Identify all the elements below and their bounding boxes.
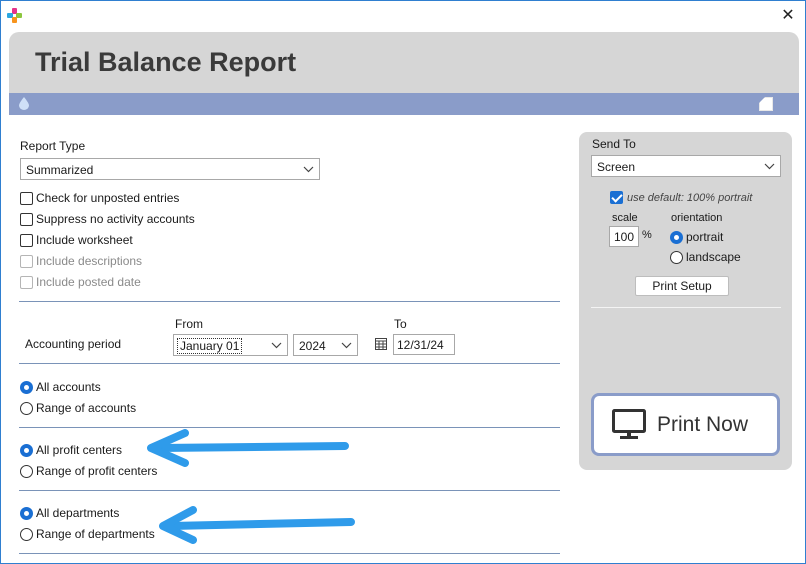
annotation-arrow (147, 429, 349, 467)
radio-all-profit-centers[interactable]: All profit centers (20, 442, 122, 458)
radio-label: Range of accounts (36, 401, 137, 415)
radio-label: All profit centers (36, 443, 123, 457)
option-label: Include posted date (36, 275, 141, 289)
send-to-select[interactable]: Screen (591, 155, 781, 177)
radio-button[interactable] (20, 464, 33, 478)
page-icon[interactable] (759, 97, 773, 111)
orientation-label: orientation (671, 212, 723, 224)
page-title: Trial Balance Report (35, 47, 297, 77)
from-month-value: January 01 (177, 338, 243, 354)
title-bar: ✕ (1, 1, 805, 31)
checkbox[interactable] (610, 191, 623, 204)
option-label: Include descriptions (36, 254, 143, 268)
radio-range-of-accounts[interactable]: Range of accounts (20, 400, 136, 416)
checkbox[interactable] (20, 233, 33, 247)
report-type-label: Report Type (20, 139, 86, 153)
from-month-select[interactable]: January 01 (173, 334, 288, 356)
divider (19, 301, 560, 302)
divider (19, 553, 560, 554)
chevron-down-icon (764, 163, 775, 170)
radio-button[interactable] (20, 527, 33, 541)
divider (19, 427, 560, 428)
calendar-icon[interactable] (375, 338, 387, 350)
radio-all-departments[interactable]: All departments (20, 505, 119, 521)
option-label: Check for unposted entries (36, 191, 180, 205)
checkbox (20, 254, 33, 268)
option-include-posted-date: Include posted date (20, 274, 141, 290)
chevron-down-icon (341, 342, 352, 349)
radio-all-accounts[interactable]: All accounts (20, 379, 101, 395)
use-default-checkbox[interactable]: use default: 100% portrait (610, 191, 752, 204)
from-year-select[interactable]: 2024 (293, 334, 358, 356)
option-check-unposted[interactable]: Check for unposted entries (20, 190, 179, 206)
checkbox[interactable] (20, 191, 33, 205)
chevron-down-icon (303, 166, 314, 173)
dialog-window: ✕ Trial Balance Report Report Type Summa… (0, 0, 806, 564)
divider (591, 307, 781, 308)
scale-input[interactable]: 100 (609, 226, 639, 247)
divider (19, 363, 560, 364)
monitor-icon (612, 409, 646, 439)
print-now-label: Print Now (657, 413, 749, 436)
radio-label: All departments (36, 506, 120, 520)
drop-icon[interactable] (19, 97, 29, 110)
print-now-button[interactable]: Print Now (591, 393, 780, 456)
from-year-value: 2024 (299, 339, 326, 353)
to-label: To (394, 317, 407, 331)
radio-button[interactable] (670, 250, 683, 264)
use-default-label: use default: 100% portrait (627, 191, 753, 204)
radio-label: Range of departments (36, 527, 155, 541)
send-to-value: Screen (597, 160, 636, 174)
to-date-input[interactable]: 12/31/24 (393, 334, 455, 355)
header-toolbar (9, 93, 799, 115)
annotation-arrow (159, 506, 355, 544)
radio-label: landscape (686, 250, 741, 264)
checkbox (20, 275, 33, 289)
chevron-down-icon (271, 342, 282, 349)
radio-label: portrait (686, 230, 724, 244)
print-setup-button[interactable]: Print Setup (635, 276, 729, 296)
send-to-label: Send To (592, 137, 636, 151)
scale-label: scale (612, 212, 638, 224)
app-logo-icon (7, 8, 22, 23)
radio-button[interactable] (670, 230, 683, 244)
radio-range-of-profit-centers[interactable]: Range of profit centers (20, 463, 157, 479)
report-header: Trial Balance Report (9, 32, 799, 94)
option-label: Include worksheet (36, 233, 133, 247)
radio-button[interactable] (20, 401, 33, 415)
radio-button[interactable] (20, 443, 33, 457)
radio-button[interactable] (20, 380, 33, 394)
from-label: From (175, 317, 203, 331)
accounting-period-label: Accounting period (25, 337, 122, 351)
report-type-select[interactable]: Summarized (20, 158, 320, 180)
close-button[interactable]: ✕ (777, 5, 799, 27)
radio-label: Range of profit centers (36, 464, 158, 478)
scale-unit: % (642, 229, 652, 241)
radio-label: All accounts (36, 380, 101, 394)
radio-button[interactable] (20, 506, 33, 520)
option-include-descriptions: Include descriptions (20, 253, 142, 269)
option-suppress-no-activity[interactable]: Suppress no activity accounts (20, 211, 195, 227)
divider (19, 490, 560, 491)
radio-range-of-departments[interactable]: Range of departments (20, 526, 155, 542)
option-label: Suppress no activity accounts (36, 212, 195, 226)
report-type-value: Summarized (26, 163, 94, 177)
radio-landscape[interactable]: landscape (670, 249, 741, 265)
option-include-worksheet[interactable]: Include worksheet (20, 232, 133, 248)
radio-portrait[interactable]: portrait (670, 229, 723, 245)
send-to-panel: Send To Screen use default: 100% portrai… (579, 132, 792, 470)
checkbox[interactable] (20, 212, 33, 226)
